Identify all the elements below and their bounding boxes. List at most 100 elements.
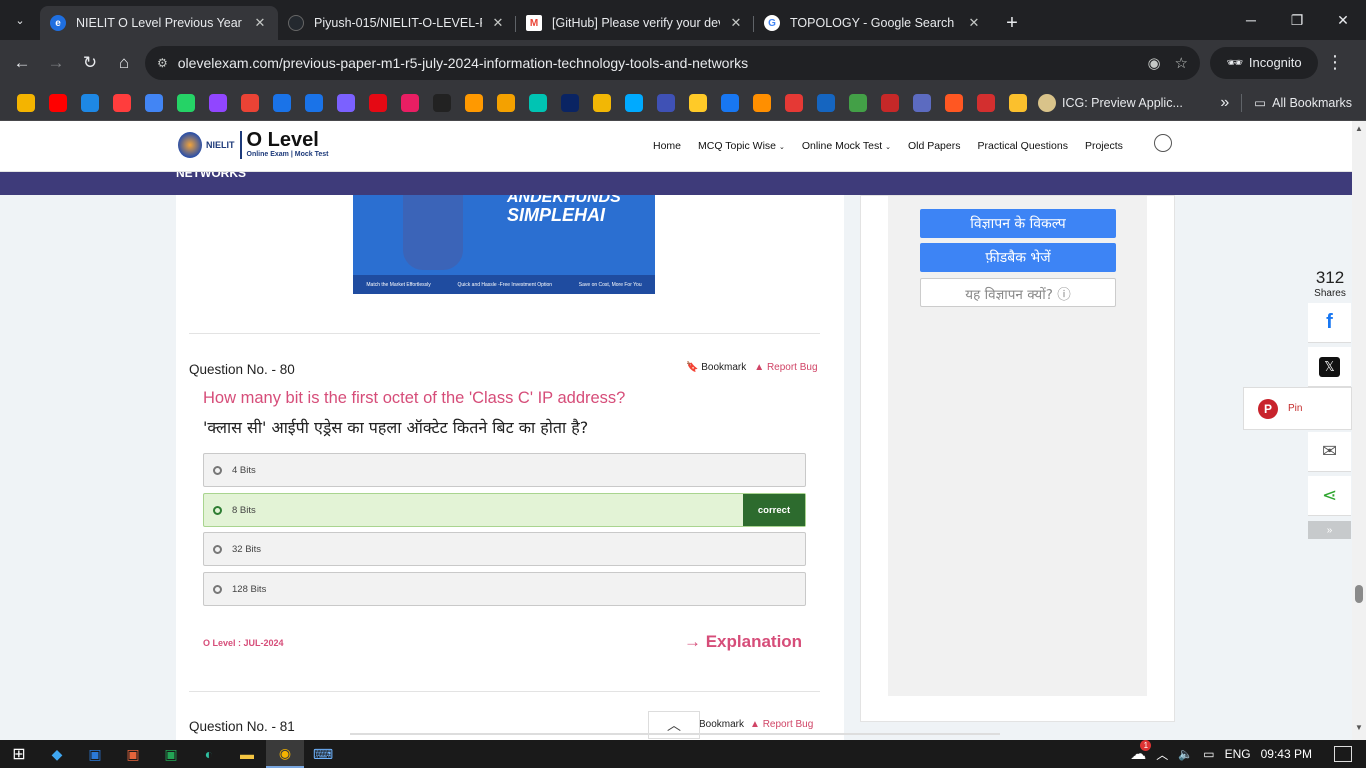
tab-search-button[interactable]: ⌄ — [6, 6, 34, 34]
show-hidden-icons-icon[interactable]: ︿ — [1156, 746, 1168, 763]
bookmark-button[interactable]: 🔖 Bookmark — [686, 362, 746, 373]
bookmark-favicon-icon[interactable] — [561, 93, 579, 112]
network-icon[interactable]: ▭ — [1203, 747, 1214, 761]
tab-2[interactable]: M [GitHub] Please verify your devi ✕ — [516, 6, 754, 40]
bookmark-favicon-icon[interactable] — [753, 93, 771, 112]
close-tab-icon[interactable]: ✕ — [966, 15, 982, 31]
restore-icon[interactable]: ❐ — [1274, 0, 1320, 40]
advertisement-banner[interactable]: ANDEKHUNDS SIMPLEHAI Match the Market Ef… — [353, 195, 655, 294]
report-bug-button[interactable]: ▲ Report Bug — [754, 362, 817, 373]
close-tab-icon[interactable]: ✕ — [490, 15, 506, 31]
reload-icon[interactable]: ↻ — [73, 46, 107, 80]
close-window-icon[interactable]: ✕ — [1320, 0, 1366, 40]
bookmark-favicon-icon[interactable] — [913, 93, 931, 112]
address-bar[interactable]: ⚙ olevelexam.com/previous-paper-m1-r5-ju… — [145, 45, 1200, 80]
edge-icon[interactable]: ◐ — [190, 740, 228, 768]
scroll-down-icon[interactable]: ▼ — [1355, 723, 1363, 732]
ad-options-button[interactable]: विज्ञापन के विकल्प — [920, 209, 1116, 238]
bookmark-favicon-icon[interactable] — [433, 93, 451, 112]
bookmark-favicon-icon[interactable] — [465, 93, 483, 112]
bookmark-favicon-icon[interactable] — [369, 93, 387, 112]
user-account-icon[interactable] — [1154, 134, 1172, 152]
exam-level-tag[interactable]: O Level : JUL-2024 — [203, 638, 284, 648]
home-icon[interactable]: ⌂ — [107, 46, 141, 80]
close-tab-icon[interactable]: ✕ — [252, 15, 268, 31]
bookmark-star-icon[interactable]: ☆ — [1175, 54, 1188, 72]
bookmark-favicon-icon[interactable] — [657, 93, 675, 112]
bookmark-favicon-icon[interactable] — [625, 93, 643, 112]
nav-projects[interactable]: Projects — [1085, 140, 1123, 152]
notifications-icon[interactable] — [1334, 746, 1352, 762]
new-tab-button[interactable]: + — [998, 9, 1026, 37]
bookmark-favicon-icon[interactable] — [785, 93, 803, 112]
facebook-share-button[interactable]: f — [1308, 303, 1351, 343]
site-logo[interactable]: NIELIT O Level Online Exam | Mock Test — [178, 130, 328, 159]
generic-share-button[interactable]: ⋖ — [1308, 476, 1351, 516]
nav-old-papers[interactable]: Old Papers — [908, 140, 961, 152]
bookmark-favicon-icon[interactable] — [593, 93, 611, 112]
bookmark-favicon-icon[interactable] — [81, 93, 99, 112]
more-share-button[interactable]: » — [1308, 521, 1351, 539]
tab-0[interactable]: e NIELIT O Level Previous Year Sol ✕ — [40, 6, 278, 40]
file-explorer-icon[interactable]: ▬ — [228, 740, 266, 768]
option-c[interactable]: 32 Bits — [203, 532, 806, 566]
bookmark-favicon-icon[interactable] — [305, 93, 323, 112]
bookmark-favicon-icon[interactable] — [497, 93, 515, 112]
bookmark-favicon-icon[interactable] — [17, 93, 35, 112]
chrome-icon[interactable]: ◉ — [266, 740, 304, 768]
report-bug-button[interactable]: ▲ Report Bug — [750, 719, 813, 730]
bookmark-button[interactable]: Bookmark — [699, 719, 744, 730]
tab-1[interactable]: Piyush-015/NIELIT-O-LEVEL-PYQ ✕ — [278, 6, 516, 40]
option-a[interactable]: 4 Bits — [203, 453, 806, 487]
vscode-icon[interactable]: ◆ — [38, 740, 76, 768]
option-b[interactable]: 8 Bits correct — [203, 493, 806, 527]
why-this-ad-button[interactable]: यह विज्ञापन क्यों? ⓘ — [920, 278, 1116, 307]
more-bookmarks-icon[interactable]: » — [1208, 94, 1241, 112]
nav-home[interactable]: Home — [653, 140, 681, 152]
windows-start-icon[interactable]: ⊞ — [0, 740, 38, 768]
bookmark-favicon-icon[interactable] — [177, 93, 195, 112]
scroll-up-icon[interactable]: ▲ — [1355, 124, 1363, 133]
bookmark-favicon-icon[interactable] — [817, 93, 835, 112]
site-info-icon[interactable]: ⚙ — [157, 56, 168, 70]
bookmark-favicon-icon[interactable] — [1009, 93, 1027, 112]
close-tab-icon[interactable]: ✕ — [728, 15, 744, 31]
explanation-link[interactable]: → Explanation — [684, 632, 802, 652]
scrollbar-thumb[interactable] — [1355, 585, 1363, 603]
url-text[interactable]: olevelexam.com/previous-paper-m1-r5-july… — [178, 55, 1134, 71]
clock[interactable]: 09:43 PM — [1261, 747, 1312, 761]
bookmark-favicon-icon[interactable] — [721, 93, 739, 112]
vertical-scrollbar[interactable]: ▲ ▼ — [1352, 121, 1366, 740]
bookmark-favicon-icon[interactable] — [881, 93, 899, 112]
all-bookmarks-button[interactable]: ▭ All Bookmarks — [1242, 95, 1366, 111]
bookmark-favicon-icon[interactable] — [529, 93, 547, 112]
powerpoint-icon[interactable]: ▣ — [114, 740, 152, 768]
word-icon[interactable]: ▣ — [76, 740, 114, 768]
excel-icon[interactable]: ▣ — [152, 740, 190, 768]
bookmark-favicon-icon[interactable] — [337, 93, 355, 112]
send-feedback-button[interactable]: फ़ीडबैक भेजें — [920, 243, 1116, 272]
bookmark-icg[interactable]: ICG: Preview Applic... — [1038, 93, 1183, 112]
tab-3[interactable]: G TOPOLOGY - Google Search ✕ — [754, 6, 992, 40]
back-arrow-icon[interactable]: ← — [5, 46, 39, 80]
bookmark-favicon-icon[interactable] — [209, 93, 227, 112]
volume-icon[interactable]: 🔈 — [1178, 747, 1193, 761]
bookmark-favicon-icon[interactable] — [401, 93, 419, 112]
bookmark-favicon-icon[interactable] — [849, 93, 867, 112]
bookmark-favicon-icon[interactable] — [49, 93, 67, 112]
language-indicator[interactable]: ENG — [1225, 747, 1251, 761]
forward-arrow-icon[interactable]: → — [39, 46, 73, 80]
email-share-button[interactable]: ✉ — [1308, 432, 1351, 472]
keyboard-icon[interactable]: ⌨ — [304, 740, 342, 768]
horizontal-scrollbar[interactable] — [350, 733, 1000, 735]
bookmark-favicon-icon[interactable] — [689, 93, 707, 112]
nav-online-mock-test[interactable]: Online Mock Test ⌄ — [802, 140, 891, 152]
eye-off-icon[interactable]: ◉ — [1147, 54, 1160, 72]
minimize-icon[interactable]: ─ — [1228, 0, 1274, 40]
weather-icon[interactable]: ☁ 1 — [1130, 740, 1152, 764]
bookmark-favicon-icon[interactable] — [241, 93, 259, 112]
bookmark-favicon-icon[interactable] — [945, 93, 963, 112]
nav-mcq-topic-wise[interactable]: MCQ Topic Wise ⌄ — [698, 140, 785, 152]
nav-practical-questions[interactable]: Practical Questions — [977, 140, 1067, 152]
browser-menu-icon[interactable]: ⋮ — [1318, 52, 1352, 73]
